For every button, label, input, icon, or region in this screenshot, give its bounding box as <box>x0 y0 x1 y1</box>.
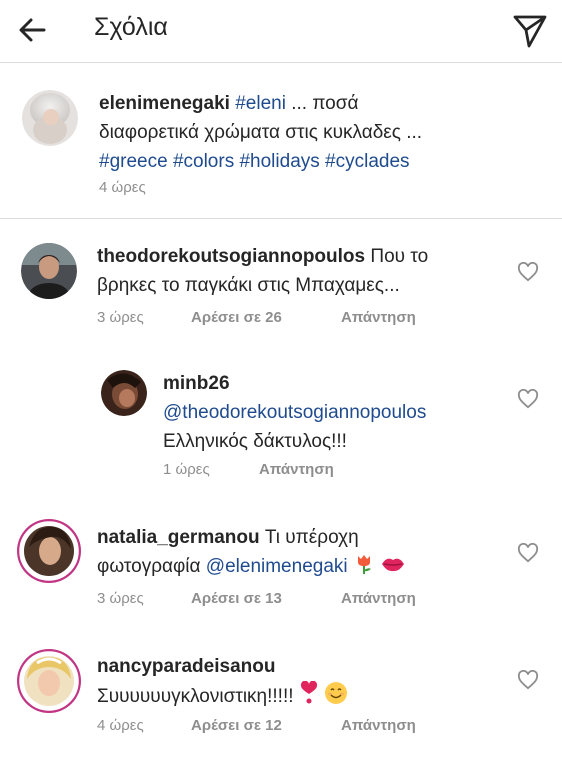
reply-button[interactable]: Απάντηση <box>341 717 416 734</box>
comment-body: βρηκες το παγκάκι στις Μπαχαμες... <box>97 275 400 296</box>
reply-button[interactable]: Απάντηση <box>341 309 416 326</box>
send-button[interactable] <box>510 10 550 50</box>
timestamp: 1 ώρες <box>163 461 210 478</box>
caption-meta: 4 ώρες <box>99 179 146 196</box>
arrow-left-icon <box>19 18 46 42</box>
hashtag[interactable]: #colors <box>173 151 234 172</box>
timestamp: 4 ώρες <box>97 717 144 734</box>
comment-text: theodorekoutsogiannopoulos Που το βρηκες… <box>97 242 507 300</box>
heart-outline-icon[interactable] <box>517 262 539 282</box>
comment-body: Που το <box>365 246 429 267</box>
comment-username[interactable]: theodorekoutsogiannopoulos <box>97 246 365 267</box>
likes-count[interactable]: Αρέσει σε 12 <box>191 717 341 734</box>
hashtag[interactable]: #holidays <box>239 151 319 172</box>
caption-text: elenimenegaki #eleni ... ποσά διαφορετικ… <box>99 89 549 176</box>
timestamp: 4 ώρες <box>99 179 146 196</box>
comment-body: φωτογραφία <box>97 556 206 577</box>
reply-button[interactable]: Απάντηση <box>341 590 416 607</box>
hashtag[interactable]: #cyclades <box>325 151 410 172</box>
comment-body: Συυυυυυγκλονιστικη!!!!! <box>97 686 294 707</box>
comment-body: Τι υπέροχη <box>259 527 359 548</box>
hashtag[interactable]: #eleni <box>235 93 286 114</box>
comment-body: Ελληνικός δάκτυλος!!! <box>163 431 347 452</box>
likes-count[interactable]: Αρέσει σε 13 <box>191 590 341 607</box>
mention-link[interactable]: @theodorekoutsogiannopoulos <box>163 402 426 423</box>
paper-plane-icon <box>513 15 547 48</box>
avatar[interactable] <box>101 370 147 416</box>
heart-outline-icon[interactable] <box>517 389 539 409</box>
smiling-face-emoji-icon <box>325 682 348 704</box>
timestamp: 3 ώρες <box>97 309 144 326</box>
avatar[interactable] <box>17 519 81 583</box>
avatar[interactable] <box>22 90 78 146</box>
comment-meta: 1 ώρες Απάντηση <box>163 461 334 478</box>
likes-count[interactable]: Αρέσει σε 26 <box>191 309 341 326</box>
caption-line2: διαφορετικά χρώματα στις κυκλαδες ... <box>99 122 423 143</box>
caption-line1: ... ποσά <box>285 93 359 114</box>
comment-meta: 3 ώρες Αρέσει σε 26 Απάντηση <box>97 309 416 326</box>
comment-username[interactable]: nancyparadeisanou <box>97 656 275 677</box>
page-title: Σχόλια <box>94 13 168 41</box>
back-button[interactable] <box>14 12 54 48</box>
heart-outline-icon[interactable] <box>517 670 539 690</box>
comment-meta: 3 ώρες Αρέσει σε 13 Απάντηση <box>97 590 416 607</box>
comment-text: natalia_germanou Τι υπέροχη φωτογραφία @… <box>97 523 507 581</box>
reply-button[interactable]: Απάντηση <box>259 461 334 478</box>
comment-username[interactable]: minb26 <box>163 373 230 394</box>
avatar[interactable] <box>21 243 77 299</box>
comment-meta: 4 ώρες Αρέσει σε 12 Απάντηση <box>97 717 416 734</box>
comment-text: nancyparadeisanou Συυυυυυγκλονιστικη!!!!… <box>97 652 507 711</box>
comment-username[interactable]: natalia_germanou <box>97 527 260 548</box>
heart-outline-icon[interactable] <box>517 543 539 563</box>
caption-section: elenimenegaki #eleni ... ποσά διαφορετικ… <box>0 62 562 219</box>
lips-emoji-icon <box>382 558 405 572</box>
tulip-emoji-icon <box>357 555 371 574</box>
comment-text: minb26 @theodorekoutsogiannopoulos Ελλην… <box>163 369 523 456</box>
mention-link[interactable]: @elenimenegaki <box>206 556 348 577</box>
avatar[interactable] <box>17 649 81 713</box>
caption-username[interactable]: elenimenegaki <box>99 93 230 114</box>
hashtag[interactable]: #greece <box>99 151 168 172</box>
heart-exclamation-emoji-icon <box>300 681 317 704</box>
timestamp: 3 ώρες <box>97 590 144 607</box>
top-bar: Σχόλια <box>0 0 562 63</box>
